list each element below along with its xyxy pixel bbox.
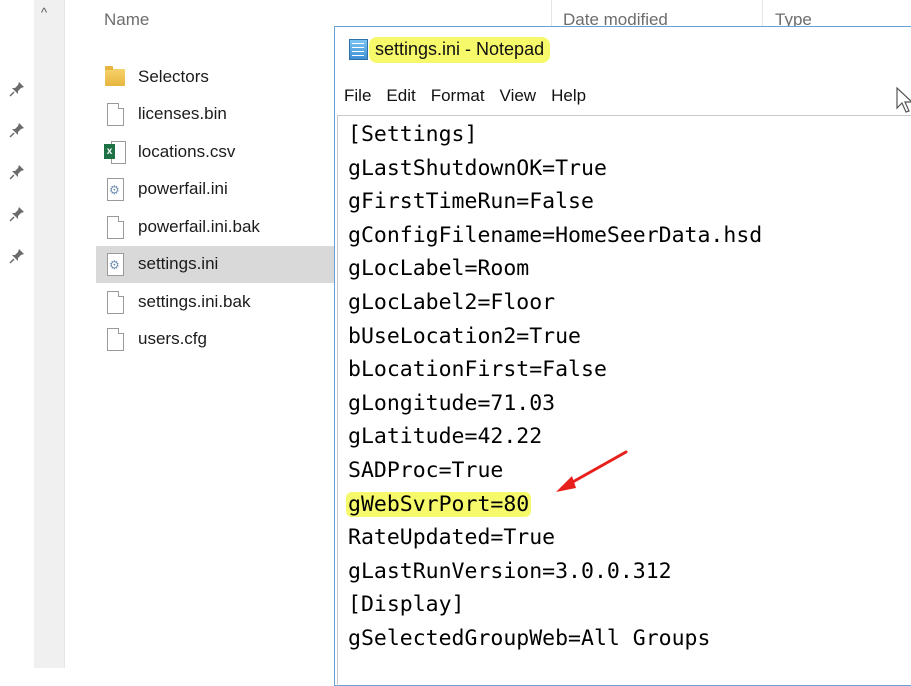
menu-view[interactable]: View bbox=[492, 86, 544, 106]
folder-icon bbox=[104, 65, 126, 88]
window-title: settings.ini - Notepad bbox=[369, 37, 551, 63]
file-row-powerfail-ini-bak[interactable]: powerfail.ini.bak bbox=[96, 208, 336, 246]
file-icon bbox=[104, 328, 126, 352]
menu-help[interactable]: Help bbox=[543, 86, 593, 106]
text-line: gLocLabel2=Floor bbox=[348, 289, 556, 315]
file-row-settings-ini-bak[interactable]: settings.ini.bak bbox=[96, 283, 336, 321]
text-line: gLongitude=71.03 bbox=[348, 390, 556, 416]
text-line: gLastRunVersion=3.0.0.312 bbox=[348, 558, 672, 584]
file-name: powerfail.ini.bak bbox=[138, 216, 260, 236]
text-line: gSelectedGroupWeb=All Groups bbox=[348, 625, 711, 651]
menu-format[interactable]: Format bbox=[423, 86, 492, 106]
file-row-licenses-bin[interactable]: licenses.bin bbox=[96, 96, 336, 134]
red-arrow-icon bbox=[556, 450, 628, 492]
settings-file-icon bbox=[104, 253, 126, 277]
menu-bar: File Edit Format View Help bbox=[335, 81, 911, 111]
file-row-selectors[interactable]: Selectors bbox=[96, 58, 336, 96]
file-name: users.cfg bbox=[138, 329, 207, 349]
text-line: bUseLocation2=True bbox=[348, 323, 581, 349]
file-name: locations.csv bbox=[138, 141, 236, 161]
pin-icon[interactable] bbox=[8, 247, 26, 265]
column-header-name[interactable]: Name bbox=[104, 10, 149, 30]
chevron-up-icon[interactable]: ^ bbox=[37, 6, 51, 20]
file-row-locations-csv[interactable]: x locations.csv bbox=[96, 133, 336, 171]
navigation-scrollbar[interactable] bbox=[34, 0, 65, 668]
text-line: RateUpdated=True bbox=[348, 525, 556, 551]
file-list: Selectors licenses.bin x locations.csv p… bbox=[96, 58, 336, 358]
quick-access-pane bbox=[0, 0, 34, 668]
file-name: licenses.bin bbox=[138, 104, 227, 124]
file-name: settings.ini bbox=[138, 254, 219, 274]
settings-file-icon bbox=[104, 178, 126, 202]
text-line: [Display] bbox=[348, 592, 465, 618]
file-name: Selectors bbox=[138, 66, 209, 86]
file-row-users-cfg[interactable]: users.cfg bbox=[96, 321, 336, 359]
file-icon bbox=[104, 290, 126, 314]
pin-icon[interactable] bbox=[8, 205, 26, 223]
file-name: settings.ini.bak bbox=[138, 291, 251, 311]
file-row-powerfail-ini[interactable]: powerfail.ini bbox=[96, 171, 336, 209]
text-line: gConfigFilename=HomeSeerData.hsd bbox=[348, 222, 763, 248]
notepad-window: settings.ini - Notepad File Edit Format … bbox=[334, 26, 911, 686]
menu-edit[interactable]: Edit bbox=[378, 86, 422, 106]
file-icon bbox=[104, 103, 126, 127]
pin-icon[interactable] bbox=[8, 163, 26, 181]
text-line: bLocationFirst=False bbox=[348, 357, 607, 383]
mouse-cursor-icon bbox=[896, 87, 911, 113]
file-name: powerfail.ini bbox=[138, 179, 228, 199]
title-bar[interactable]: settings.ini - Notepad bbox=[335, 27, 911, 77]
notepad-icon bbox=[349, 39, 368, 60]
text-line: gFirstTimeRun=False bbox=[348, 189, 594, 215]
text-line: gLastShutdownOK=True bbox=[348, 155, 607, 181]
text-line: gLocLabel=Room bbox=[348, 256, 530, 282]
editor-content: [Settings] gLastShutdownOK=True gFirstTi… bbox=[346, 118, 763, 656]
menu-file[interactable]: File bbox=[335, 86, 378, 106]
pin-icon[interactable] bbox=[8, 80, 26, 98]
excel-csv-icon: x bbox=[104, 140, 126, 164]
file-row-settings-ini[interactable]: settings.ini bbox=[96, 245, 336, 283]
file-icon bbox=[104, 215, 126, 239]
text-editor[interactable]: [Settings] gLastShutdownOK=True gFirstTi… bbox=[337, 115, 911, 686]
text-line: [Settings] bbox=[348, 122, 478, 147]
pin-icon[interactable] bbox=[8, 121, 26, 139]
